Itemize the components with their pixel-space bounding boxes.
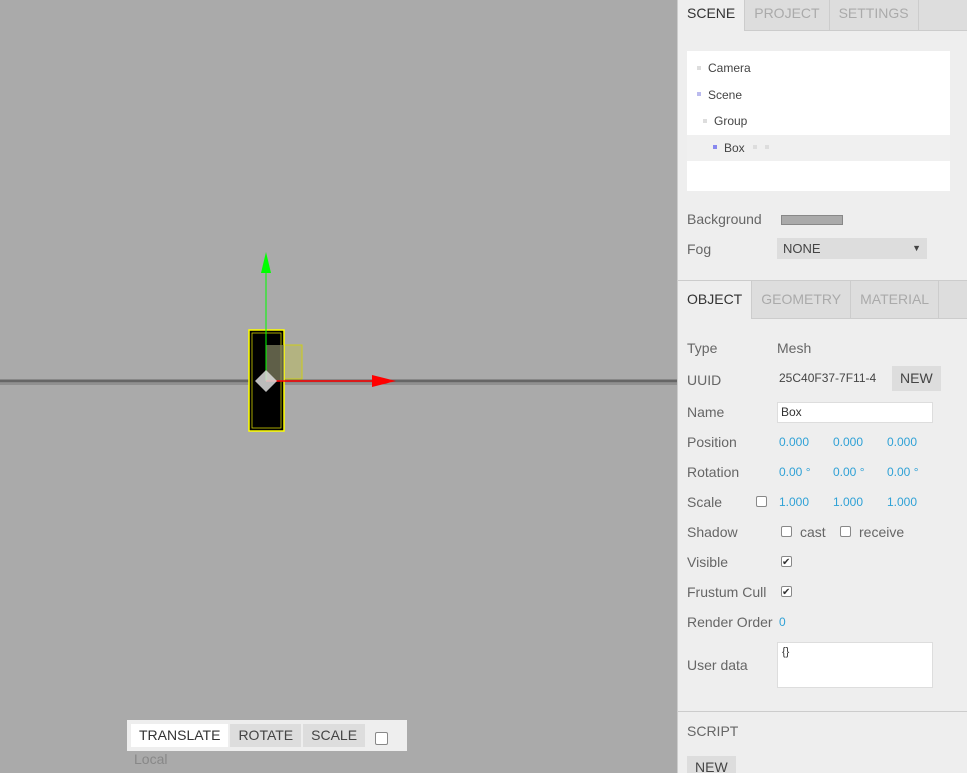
geometry-icon <box>752 145 757 150</box>
name-label: Name <box>687 404 725 420</box>
position-x[interactable]: 0.000 <box>779 427 809 457</box>
scale-x[interactable]: 1.000 <box>779 487 809 517</box>
uuid-row: UUID 25C40F37-7F11-4 NEW <box>687 363 958 397</box>
x-axis-arrow <box>372 375 396 387</box>
type-value: Mesh <box>777 340 812 356</box>
type-label: Type <box>687 340 718 356</box>
frustum-checkbox[interactable] <box>781 578 792 608</box>
outliner[interactable]: Camera Scene Group Box <box>687 51 950 191</box>
rotation-y[interactable]: 0.00 ° <box>833 457 865 487</box>
mesh-icon <box>713 145 717 150</box>
viewport-canvas[interactable]: TRANSLATE ROTATE SCALE Local <box>0 0 677 773</box>
rotate-button[interactable]: ROTATE <box>230 724 302 747</box>
outliner-label: Group <box>714 114 748 128</box>
position-y[interactable]: 0.000 <box>833 427 863 457</box>
uuid-label: UUID <box>687 372 722 388</box>
chevron-down-icon: ▼ <box>912 243 921 253</box>
background-label: Background <box>687 211 762 227</box>
position-row: Position 0.000 0.000 0.000 <box>687 427 958 457</box>
object-tabs: OBJECT GEOMETRY MATERIAL <box>678 281 967 319</box>
background-color-swatch[interactable] <box>781 215 843 225</box>
outliner-item-box[interactable]: Box <box>687 134 950 161</box>
rotation-x[interactable]: 0.00 ° <box>779 457 811 487</box>
visible-row: Visible <box>687 547 958 578</box>
fog-row: Fog NONE ▼ <box>687 234 958 264</box>
shadow-row: Shadow cast receive <box>687 517 958 547</box>
fog-select[interactable]: NONE ▼ <box>777 238 927 259</box>
position-z[interactable]: 0.000 <box>887 427 917 457</box>
tab-object[interactable]: OBJECT <box>678 281 753 319</box>
camera-icon <box>697 65 701 70</box>
object-section: OBJECT GEOMETRY MATERIAL Type Mesh UUID … <box>678 280 967 692</box>
shadow-receive-label: receive <box>859 524 905 540</box>
rotation-label: Rotation <box>687 464 740 480</box>
tab-scene[interactable]: SCENE <box>678 0 746 31</box>
y-axis-arrow <box>261 252 271 273</box>
background-row: Background <box>687 204 958 234</box>
material-icon <box>764 145 769 150</box>
outliner-label: Camera <box>708 61 751 75</box>
scale-y[interactable]: 1.000 <box>833 487 863 517</box>
outliner-item-scene[interactable]: Scene <box>687 82 950 109</box>
scale-z[interactable]: 1.000 <box>887 487 917 517</box>
shadow-receive-checkbox[interactable] <box>840 526 851 537</box>
scale-button[interactable]: SCALE <box>303 724 366 747</box>
frustum-row: Frustum Cull <box>687 577 958 608</box>
outliner-item-camera[interactable]: Camera <box>687 55 950 82</box>
name-row: Name Box <box>687 397 958 427</box>
object-panel: Type Mesh UUID 25C40F37-7F11-4 NEW Name … <box>678 319 967 692</box>
local-label: Local <box>134 751 168 767</box>
userdata-textarea[interactable]: {} <box>777 642 933 688</box>
fog-label: Fog <box>687 241 712 257</box>
rotation-z[interactable]: 0.00 ° <box>887 457 919 487</box>
script-new-button[interactable]: NEW <box>687 756 736 773</box>
outliner-label: Scene <box>708 87 743 102</box>
visible-checkbox[interactable] <box>781 548 792 578</box>
helper-box <box>282 344 303 380</box>
transform-toolbar: TRANSLATE ROTATE SCALE <box>127 720 407 751</box>
outliner-item-group[interactable]: Group <box>687 108 950 135</box>
scale-lock-checkbox[interactable] <box>756 496 767 507</box>
scale-row: Scale 1.000 1.000 1.000 <box>687 487 958 517</box>
fog-value: NONE <box>783 241 821 256</box>
scale-label: Scale <box>687 494 723 510</box>
render-order-row: Render Order 0 <box>687 607 958 637</box>
scene-icon <box>697 92 701 97</box>
shadow-label: Shadow <box>687 524 738 540</box>
outliner-label: Box <box>724 140 745 155</box>
shadow-cast-checkbox[interactable] <box>781 526 792 537</box>
tab-settings[interactable]: SETTINGS <box>830 0 919 30</box>
render-order-value[interactable]: 0 <box>779 607 786 637</box>
local-checkbox[interactable] <box>375 731 389 745</box>
position-label: Position <box>687 434 737 450</box>
tab-project[interactable]: PROJECT <box>745 0 830 30</box>
sidebar: SCENE PROJECT SETTINGS Camera Scene Grou… <box>677 0 967 773</box>
script-title: SCRIPT <box>687 723 739 739</box>
render-order-label: Render Order <box>687 614 773 630</box>
visible-label: Visible <box>687 554 728 570</box>
scene-render <box>0 252 677 432</box>
sidebar-tabs: SCENE PROJECT SETTINGS <box>678 0 967 31</box>
uuid-new-button[interactable]: NEW <box>892 366 941 391</box>
scene-panel: Camera Scene Group Box Background Fog NO… <box>678 51 967 264</box>
group-icon <box>703 118 707 123</box>
name-input[interactable]: Box <box>777 402 933 423</box>
uuid-field[interactable]: 25C40F37-7F11-4 <box>777 367 885 389</box>
tab-geometry[interactable]: GEOMETRY <box>752 281 852 318</box>
shadow-cast-label: cast <box>800 524 826 540</box>
type-row: Type Mesh <box>687 333 958 363</box>
frustum-label: Frustum Cull <box>687 584 767 600</box>
tab-material[interactable]: MATERIAL <box>851 281 940 318</box>
userdata-label: User data <box>687 657 748 673</box>
translate-button[interactable]: TRANSLATE <box>131 724 229 747</box>
userdata-row: User data {} <box>687 642 958 692</box>
rotation-row: Rotation 0.00 ° 0.00 ° 0.00 ° <box>687 457 958 487</box>
